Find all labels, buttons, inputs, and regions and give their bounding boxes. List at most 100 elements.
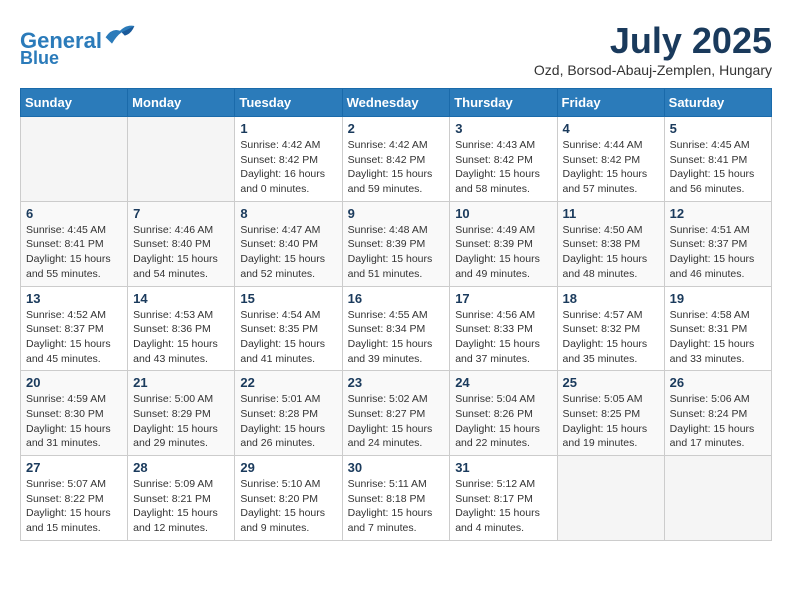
calendar-cell: 22 Sunrise: 5:01 AMSunset: 8:28 PMDayligh… (235, 371, 342, 456)
calendar-cell: 13 Sunrise: 4:52 AMSunset: 8:37 PMDayligh… (21, 286, 128, 371)
day-number: 8 (240, 206, 336, 221)
calendar-cell: 27Sunrise: 5:07 AMSunset: 8:22 PMDayligh… (21, 456, 128, 541)
calendar-cell: 17Sunrise: 4:56 AMSunset: 8:33 PMDayligh… (450, 286, 557, 371)
calendar-cell: 10 Sunrise: 4:49 AMSunset: 8:39 PMDayligh… (450, 201, 557, 286)
day-info: Sunrise: 4:56 AMSunset: 8:33 PMDaylight:… (455, 308, 551, 367)
weekday-header-friday: Friday (557, 89, 664, 117)
page-header: General Blue July 2025 Ozd, Borsod-Abauj… (20, 20, 772, 78)
day-number: 2 (348, 121, 445, 136)
calendar-week-1: 1 Sunrise: 4:42 AMSunset: 8:42 PMDaylight… (21, 117, 772, 202)
day-info: Sunrise: 4:49 AMSunset: 8:39 PMDaylight:… (455, 223, 551, 282)
day-number: 16 (348, 291, 445, 306)
day-info: Sunrise: 5:12 AMSunset: 8:17 PMDaylight:… (455, 477, 551, 536)
day-info: Sunrise: 5:11 AMSunset: 8:18 PMDaylight:… (348, 477, 445, 536)
calendar-cell: 14 Sunrise: 4:53 AMSunset: 8:36 PMDayligh… (128, 286, 235, 371)
day-number: 19 (670, 291, 766, 306)
day-info: Sunrise: 4:47 AMSunset: 8:40 PMDaylight:… (240, 223, 336, 282)
calendar-cell: 28 Sunrise: 5:09 AMSunset: 8:21 PMDayligh… (128, 456, 235, 541)
day-number: 5 (670, 121, 766, 136)
calendar-cell (557, 456, 664, 541)
day-number: 31 (455, 460, 551, 475)
day-number: 9 (348, 206, 445, 221)
calendar-cell: 21 Sunrise: 5:00 AMSunset: 8:29 PMDayligh… (128, 371, 235, 456)
weekday-header-row: SundayMondayTuesdayWednesdayThursdayFrid… (21, 89, 772, 117)
day-info: Sunrise: 4:55 AMSunset: 8:34 PMDaylight:… (348, 308, 445, 367)
day-info: Sunrise: 4:43 AMSunset: 8:42 PMDaylight:… (455, 138, 551, 197)
calendar-cell: 6 Sunrise: 4:45 AMSunset: 8:41 PMDaylight… (21, 201, 128, 286)
calendar-cell: 15Sunrise: 4:54 AMSunset: 8:35 PMDayligh… (235, 286, 342, 371)
calendar-cell: 9 Sunrise: 4:48 AMSunset: 8:39 PMDaylight… (342, 201, 450, 286)
day-info: Sunrise: 5:01 AMSunset: 8:28 PMDaylight:… (240, 392, 336, 451)
day-number: 20 (26, 375, 122, 390)
day-number: 4 (563, 121, 659, 136)
day-info: Sunrise: 4:50 AMSunset: 8:38 PMDaylight:… (563, 223, 659, 282)
day-number: 6 (26, 206, 122, 221)
calendar-week-2: 6 Sunrise: 4:45 AMSunset: 8:41 PMDaylight… (21, 201, 772, 286)
day-info: Sunrise: 4:51 AMSunset: 8:37 PMDaylight:… (670, 223, 766, 282)
calendar-cell: 19 Sunrise: 4:58 AMSunset: 8:31 PMDayligh… (664, 286, 771, 371)
calendar-cell: 23 Sunrise: 5:02 AMSunset: 8:27 PMDayligh… (342, 371, 450, 456)
day-info: Sunrise: 4:44 AMSunset: 8:42 PMDaylight:… (563, 138, 659, 197)
weekday-header-monday: Monday (128, 89, 235, 117)
day-info: Sunrise: 4:46 AMSunset: 8:40 PMDaylight:… (133, 223, 229, 282)
day-number: 25 (563, 375, 659, 390)
day-info: Sunrise: 4:45 AMSunset: 8:41 PMDaylight:… (26, 223, 122, 282)
calendar-cell: 1 Sunrise: 4:42 AMSunset: 8:42 PMDaylight… (235, 117, 342, 202)
logo-bird-icon (104, 20, 136, 48)
calendar-week-5: 27Sunrise: 5:07 AMSunset: 8:22 PMDayligh… (21, 456, 772, 541)
day-number: 3 (455, 121, 551, 136)
month-title: July 2025 (534, 20, 772, 62)
weekday-header-sunday: Sunday (21, 89, 128, 117)
day-number: 30 (348, 460, 445, 475)
calendar-cell: 3 Sunrise: 4:43 AMSunset: 8:42 PMDaylight… (450, 117, 557, 202)
day-info: Sunrise: 4:45 AMSunset: 8:41 PMDaylight:… (670, 138, 766, 197)
weekday-header-thursday: Thursday (450, 89, 557, 117)
calendar-cell: 8 Sunrise: 4:47 AMSunset: 8:40 PMDaylight… (235, 201, 342, 286)
day-info: Sunrise: 4:48 AMSunset: 8:39 PMDaylight:… (348, 223, 445, 282)
day-info: Sunrise: 5:09 AMSunset: 8:21 PMDaylight:… (133, 477, 229, 536)
calendar-cell: 20Sunrise: 4:59 AMSunset: 8:30 PMDayligh… (21, 371, 128, 456)
weekday-header-wednesday: Wednesday (342, 89, 450, 117)
calendar-cell: 29 Sunrise: 5:10 AMSunset: 8:20 PMDayligh… (235, 456, 342, 541)
day-number: 18 (563, 291, 659, 306)
day-info: Sunrise: 5:04 AMSunset: 8:26 PMDaylight:… (455, 392, 551, 451)
day-number: 22 (240, 375, 336, 390)
calendar-cell: 7Sunrise: 4:46 AMSunset: 8:40 PMDaylight… (128, 201, 235, 286)
day-info: Sunrise: 4:53 AMSunset: 8:36 PMDaylight:… (133, 308, 229, 367)
day-number: 29 (240, 460, 336, 475)
day-info: Sunrise: 4:52 AMSunset: 8:37 PMDaylight:… (26, 308, 122, 367)
day-number: 14 (133, 291, 229, 306)
day-info: Sunrise: 4:58 AMSunset: 8:31 PMDaylight:… (670, 308, 766, 367)
day-number: 23 (348, 375, 445, 390)
calendar-cell: 16 Sunrise: 4:55 AMSunset: 8:34 PMDayligh… (342, 286, 450, 371)
calendar-cell: 25 Sunrise: 5:05 AMSunset: 8:25 PMDayligh… (557, 371, 664, 456)
day-number: 26 (670, 375, 766, 390)
day-info: Sunrise: 5:02 AMSunset: 8:27 PMDaylight:… (348, 392, 445, 451)
calendar-cell (664, 456, 771, 541)
day-number: 12 (670, 206, 766, 221)
title-block: July 2025 Ozd, Borsod-Abauj-Zemplen, Hun… (534, 20, 772, 78)
calendar-cell (21, 117, 128, 202)
day-info: Sunrise: 4:42 AMSunset: 8:42 PMDaylight:… (240, 138, 336, 197)
day-number: 1 (240, 121, 336, 136)
calendar-cell: 18Sunrise: 4:57 AMSunset: 8:32 PMDayligh… (557, 286, 664, 371)
day-info: Sunrise: 5:10 AMSunset: 8:20 PMDaylight:… (240, 477, 336, 536)
day-number: 28 (133, 460, 229, 475)
day-number: 24 (455, 375, 551, 390)
day-info: Sunrise: 4:42 AMSunset: 8:42 PMDaylight:… (348, 138, 445, 197)
day-info: Sunrise: 5:06 AMSunset: 8:24 PMDaylight:… (670, 392, 766, 451)
calendar-week-4: 20Sunrise: 4:59 AMSunset: 8:30 PMDayligh… (21, 371, 772, 456)
day-info: Sunrise: 5:00 AMSunset: 8:29 PMDaylight:… (133, 392, 229, 451)
calendar-cell: 26 Sunrise: 5:06 AMSunset: 8:24 PMDayligh… (664, 371, 771, 456)
day-info: Sunrise: 5:05 AMSunset: 8:25 PMDaylight:… (563, 392, 659, 451)
calendar-cell: 5 Sunrise: 4:45 AMSunset: 8:41 PMDaylight… (664, 117, 771, 202)
day-number: 10 (455, 206, 551, 221)
calendar-cell: 31 Sunrise: 5:12 AMSunset: 8:17 PMDayligh… (450, 456, 557, 541)
calendar-cell: 30 Sunrise: 5:11 AMSunset: 8:18 PMDayligh… (342, 456, 450, 541)
calendar-cell: 2 Sunrise: 4:42 AMSunset: 8:42 PMDaylight… (342, 117, 450, 202)
day-number: 21 (133, 375, 229, 390)
location: Ozd, Borsod-Abauj-Zemplen, Hungary (534, 62, 772, 78)
calendar-cell: 4 Sunrise: 4:44 AMSunset: 8:42 PMDaylight… (557, 117, 664, 202)
day-number: 15 (240, 291, 336, 306)
day-number: 13 (26, 291, 122, 306)
